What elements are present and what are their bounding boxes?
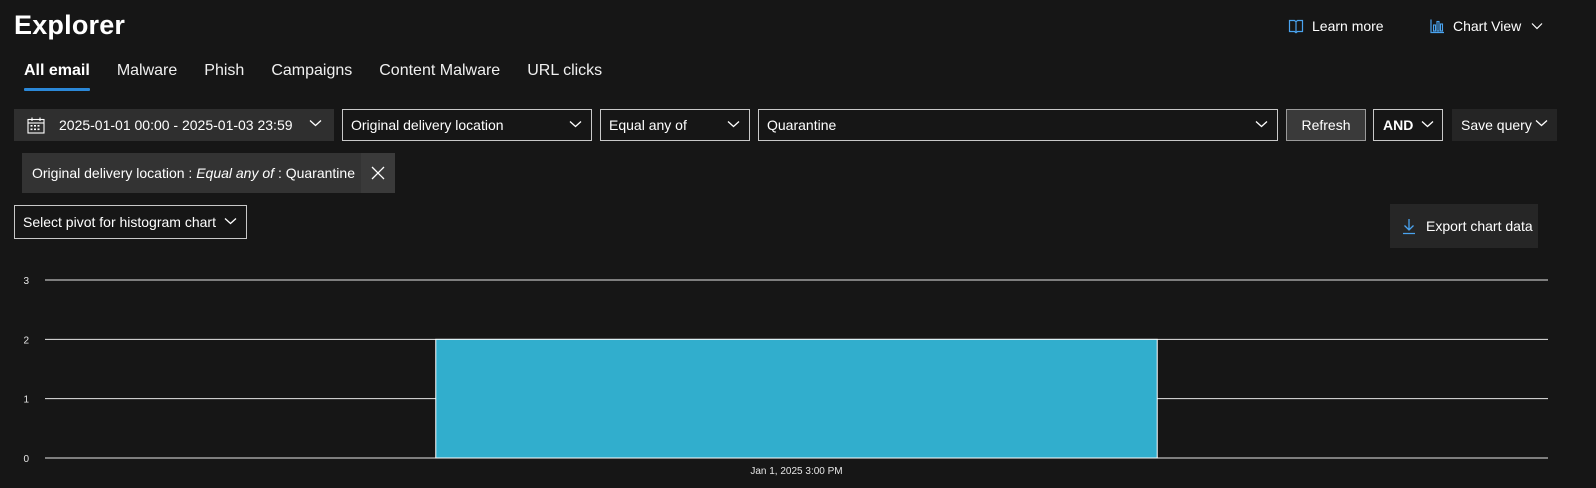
chevron-down-icon xyxy=(1421,120,1434,128)
save-query-label: Save query xyxy=(1461,117,1532,133)
histogram-pivot-label: Select pivot for histogram chart xyxy=(23,214,216,230)
tab-all-email[interactable]: All email xyxy=(24,62,90,91)
chart-view-dropdown[interactable]: Chart View xyxy=(1429,16,1543,36)
save-query-dropdown[interactable]: Save query xyxy=(1452,109,1557,141)
filter-field-select[interactable]: Original delivery location xyxy=(342,109,592,141)
logic-operator-dropdown[interactable]: AND xyxy=(1373,109,1443,141)
active-filter-text: Original delivery location : Equal any o… xyxy=(22,165,361,181)
remove-filter-button[interactable] xyxy=(361,153,395,193)
x-tick-label: Jan 1, 2025 3:00 PM xyxy=(750,466,842,477)
tab-phish[interactable]: Phish xyxy=(204,62,244,91)
learn-more-label: Learn more xyxy=(1312,18,1384,34)
y-tick-label: 0 xyxy=(23,454,29,465)
active-filter-pill: Original delivery location : Equal any o… xyxy=(22,153,395,193)
active-filter-operator: Equal any of xyxy=(196,165,275,181)
histogram-bar xyxy=(435,338,1158,459)
book-icon xyxy=(1288,18,1304,34)
calendar-icon xyxy=(27,117,45,134)
tab-url-clicks[interactable]: URL clicks xyxy=(527,62,602,91)
close-icon xyxy=(371,166,385,180)
chevron-down-icon xyxy=(224,217,237,225)
active-filter-field: Original delivery location xyxy=(32,165,185,181)
active-filter-separator: : xyxy=(277,165,282,181)
bar-chart-icon xyxy=(1429,18,1445,34)
chevron-down-icon xyxy=(1535,119,1548,127)
learn-more-link[interactable]: Learn more xyxy=(1288,16,1384,36)
histogram-chart: 0 1 2 3 Jan 1, 2025 3:00 PM xyxy=(23,276,1548,477)
chevron-down-icon xyxy=(1531,22,1543,30)
filter-value-value: Quarantine xyxy=(767,117,837,133)
y-tick-label: 3 xyxy=(23,276,29,287)
logic-operator-value: AND xyxy=(1383,117,1414,133)
filter-operator-select[interactable]: Equal any of xyxy=(600,109,750,141)
filter-field-value: Original delivery location xyxy=(351,117,504,133)
tab-malware[interactable]: Malware xyxy=(117,62,177,91)
tab-campaigns[interactable]: Campaigns xyxy=(271,62,352,91)
chevron-down-icon xyxy=(727,120,740,128)
active-filter-value: Quarantine xyxy=(285,165,355,181)
date-range-picker[interactable]: 2025-01-01 00:00 - 2025-01-03 23:59 xyxy=(14,109,334,141)
chevron-down-icon xyxy=(1255,120,1268,128)
date-range-value: 2025-01-01 00:00 - 2025-01-03 23:59 xyxy=(59,117,293,133)
refresh-button[interactable]: Refresh xyxy=(1286,109,1366,141)
chevron-down-icon xyxy=(569,120,582,128)
y-tick-label: 1 xyxy=(23,395,29,406)
export-chart-data-label: Export chart data xyxy=(1426,218,1533,234)
filter-operator-value: Equal any of xyxy=(609,117,687,133)
export-chart-data-button[interactable]: Export chart data xyxy=(1390,204,1538,248)
y-tick-label: 2 xyxy=(23,335,29,346)
chart-view-label: Chart View xyxy=(1453,18,1522,34)
chevron-down-icon xyxy=(309,119,322,127)
active-filter-separator: : xyxy=(188,165,193,181)
tab-content-malware[interactable]: Content Malware xyxy=(379,62,500,91)
download-icon xyxy=(1402,218,1416,235)
histogram-pivot-select[interactable]: Select pivot for histogram chart xyxy=(14,205,247,239)
tab-bar: All email Malware Phish Campaigns Conten… xyxy=(24,62,602,91)
page-title: Explorer xyxy=(14,10,126,40)
filter-value-select[interactable]: Quarantine xyxy=(758,109,1278,141)
